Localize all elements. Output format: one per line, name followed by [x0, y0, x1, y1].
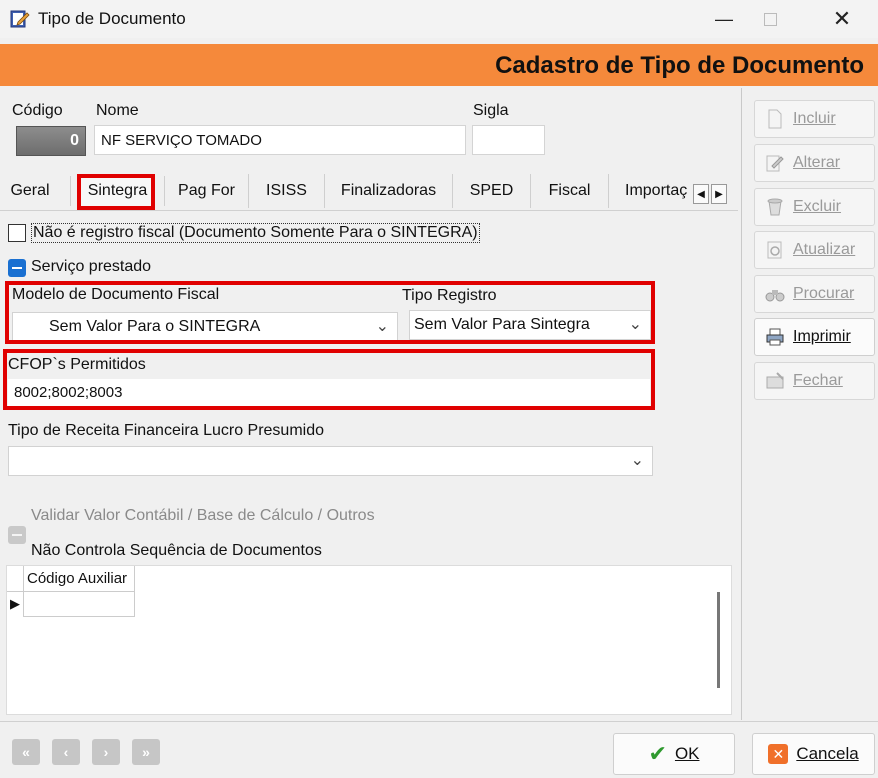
last-icon: » [142, 744, 150, 760]
printer-icon [766, 328, 784, 346]
ok-label: OK [674, 744, 700, 763]
tab-sped[interactable]: SPED [453, 174, 531, 208]
nao-controla-label: Não Controla Sequência de Documentos [31, 542, 322, 559]
cancel-icon: ✕ [768, 744, 789, 764]
chevron-down-icon: ⌄ [630, 452, 644, 469]
close-button[interactable]: ✕ [820, 0, 864, 38]
alterar-label: Alterar [793, 154, 841, 171]
tab-label: ISISS [266, 182, 307, 199]
first-icon: « [22, 744, 30, 760]
tab-label: Pag For [178, 182, 235, 199]
alterar-button[interactable]: Alterar [754, 144, 875, 182]
tipo-receita-select[interactable]: ⌄ [8, 446, 653, 476]
procurar-button[interactable]: Procurar [754, 275, 875, 313]
incluir-label: Incluir [793, 110, 836, 127]
tab-divider [0, 210, 738, 211]
maximize-button[interactable] [748, 0, 792, 38]
new-document-icon [768, 109, 782, 129]
grid-scrollbar[interactable] [717, 592, 720, 688]
codigo-auxiliar-grid[interactable]: Código Auxiliar ▶ [6, 565, 732, 715]
previous-icon: ‹ [63, 744, 69, 760]
modelo-highlight [5, 281, 655, 344]
incluir-button[interactable]: Incluir [754, 100, 875, 138]
excluir-label: Excluir [793, 198, 842, 215]
tab-fiscal[interactable]: Fiscal [531, 174, 609, 208]
next-icon: › [103, 744, 109, 760]
tab-pag-for[interactable]: Pag For [165, 174, 249, 208]
nao-registro-checkbox[interactable] [8, 224, 26, 242]
maximize-icon [763, 12, 777, 26]
nome-field[interactable]: NF SERVIÇO TOMADO [94, 125, 466, 155]
tab-finalizadoras[interactable]: Finalizadoras [325, 174, 453, 208]
document-edit-icon [10, 10, 30, 28]
tab-label: Finalizadoras [340, 182, 437, 199]
first-record-button[interactable]: « [12, 739, 40, 765]
cancela-label: Cancela [796, 744, 859, 763]
cfop-highlight [3, 349, 655, 410]
excluir-button[interactable]: Excluir [754, 188, 875, 226]
grid-corner [7, 566, 24, 592]
tab-label: SPED [469, 182, 514, 199]
codigo-field[interactable]: 0 [16, 126, 86, 156]
row-indicator-icon: ▶ [7, 592, 24, 617]
atualizar-button[interactable]: Atualizar [754, 231, 875, 269]
close-icon: ✕ [832, 6, 852, 31]
validar-checkbox[interactable] [8, 526, 26, 544]
imprimir-button[interactable]: Imprimir [754, 318, 875, 356]
ok-button[interactable]: ✔ OK [613, 733, 735, 775]
trash-icon [767, 198, 783, 216]
validar-label: Validar Valor Contábil / Base de Cálculo… [31, 507, 375, 524]
sintegra-tab-highlight [77, 174, 155, 210]
fechar-label: Fechar [793, 372, 843, 389]
tab-scroll-right[interactable]: ▶ [711, 184, 727, 204]
arrow-right-icon: ▶ [715, 188, 723, 200]
page-title: Cadastro de Tipo de Documento [495, 52, 864, 79]
arrow-left-icon: ◀ [697, 188, 705, 200]
sidebar-divider [741, 88, 742, 720]
tipo-receita-label: Tipo de Receita Financeira Lucro Presumi… [8, 422, 325, 439]
minimize-icon: — [715, 8, 733, 29]
grid-cell[interactable] [24, 592, 135, 617]
page-header: Cadastro de Tipo de Documento [0, 44, 878, 86]
tab-label: Fiscal [548, 182, 591, 199]
cancela-button[interactable]: ✕ Cancela [752, 733, 875, 775]
atualizar-label: Atualizar [793, 241, 856, 258]
footer-divider [0, 721, 878, 722]
servico-prestado-label: Serviço prestado [31, 258, 152, 275]
nome-label: Nome [96, 102, 139, 119]
sigla-field[interactable] [472, 125, 545, 155]
grid-header-codigo-auxiliar[interactable]: Código Auxiliar [24, 566, 135, 592]
nao-registro-label: Não é registro fiscal (Documento Somente… [31, 223, 480, 243]
tab-geral[interactable]: Geral [0, 174, 60, 208]
previous-record-button[interactable]: ‹ [52, 739, 80, 765]
close-folder-icon [766, 372, 784, 389]
servico-prestado-checkbox[interactable] [8, 259, 26, 277]
tab-label: Geral [10, 182, 50, 199]
refresh-icon [767, 241, 782, 259]
tab-importacao[interactable]: Importaç [609, 174, 689, 208]
codigo-label: Código [12, 102, 63, 119]
last-record-button[interactable]: » [132, 739, 160, 765]
tab-isiss[interactable]: ISISS [249, 174, 325, 208]
fechar-button[interactable]: Fechar [754, 362, 875, 400]
check-icon: ✔ [648, 741, 667, 766]
minimize-button[interactable]: — [702, 0, 746, 38]
procurar-label: Procurar [793, 285, 855, 302]
binoculars-icon [765, 290, 785, 302]
imprimir-label: Imprimir [793, 328, 851, 345]
edit-icon [766, 155, 784, 172]
tab-label: Importaç [625, 182, 688, 199]
sigla-label: Sigla [473, 102, 509, 119]
next-record-button[interactable]: › [92, 739, 120, 765]
tab-scroll-left[interactable]: ◀ [693, 184, 709, 204]
window-title: Tipo de Documento [38, 9, 186, 28]
